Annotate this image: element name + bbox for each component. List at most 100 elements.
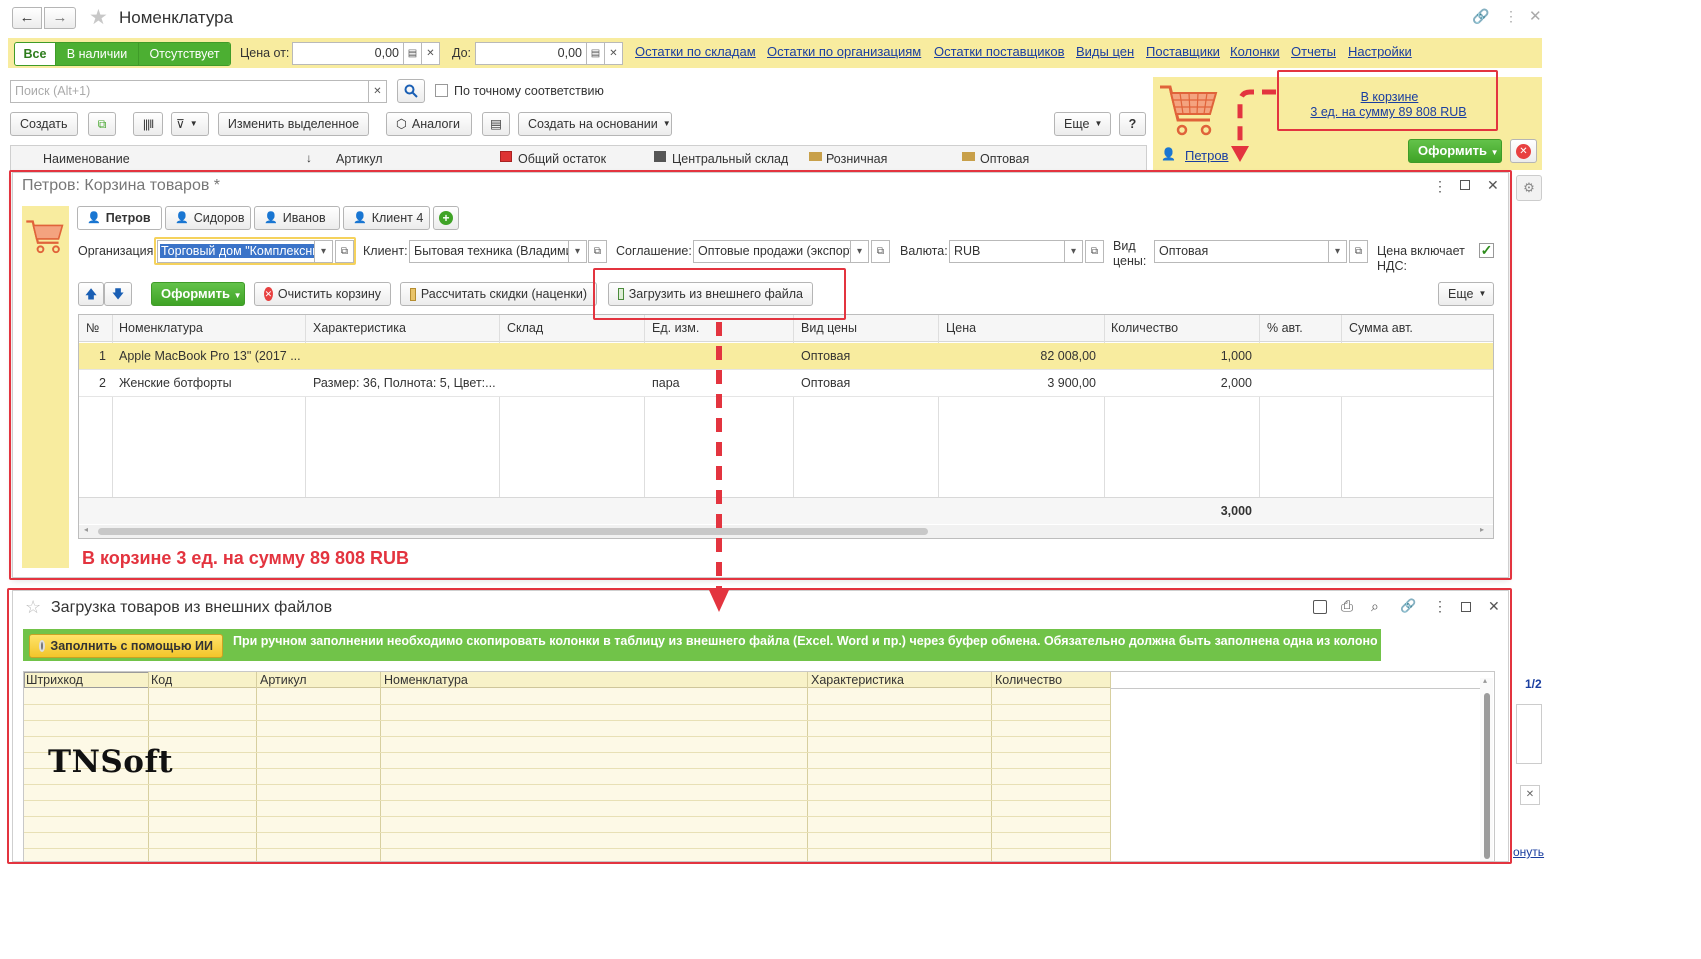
column-article[interactable]: Артикул — [336, 152, 383, 166]
barcode-button[interactable]: |||‖ — [133, 112, 163, 136]
cart-link-line1[interactable]: В корзине — [1283, 90, 1496, 105]
more-button[interactable]: Еще ▼ — [1054, 112, 1111, 136]
open-link-icon[interactable]: ⧉ — [588, 240, 607, 263]
maximize-icon[interactable] — [1461, 602, 1471, 612]
dropdown-icon[interactable]: ▾ — [850, 240, 869, 263]
column-retail[interactable]: Розничная — [826, 152, 887, 166]
add-tab-button[interactable]: + — [433, 206, 459, 230]
close-icon[interactable]: ✕ — [1487, 177, 1499, 194]
import-col-article[interactable]: Артикул — [260, 673, 307, 687]
calculator-icon[interactable]: ▤ — [403, 42, 422, 65]
favorite-star-icon[interactable]: ☆ — [25, 597, 41, 618]
import-col-quantity[interactable]: Количество — [995, 673, 1062, 687]
column-name[interactable]: Наименование — [43, 152, 130, 166]
back-button[interactable]: ← — [12, 7, 42, 29]
tab-sidorov[interactable]: 👤 Сидоров — [165, 206, 251, 230]
form-more-button[interactable]: Еще ▼ — [1438, 282, 1494, 306]
column-wholesale[interactable]: Оптовая — [980, 152, 1029, 166]
price-kind-input[interactable]: Оптовая — [1154, 240, 1329, 263]
dropdown-icon[interactable]: ▾ — [1328, 240, 1347, 263]
currency-input[interactable]: RUB — [949, 240, 1065, 263]
open-link-icon[interactable]: ⧉ — [871, 240, 890, 263]
close-icon[interactable]: ✕ — [1488, 598, 1500, 615]
move-up-button[interactable]: 🡅 — [78, 282, 104, 306]
open-link-icon[interactable]: ⧉ — [335, 240, 354, 263]
price-from-input[interactable]: 0,00 — [292, 42, 404, 65]
org-input[interactable]: Торговый дом "Комплексны — [157, 240, 315, 263]
col-auto-percent[interactable]: % авт. — [1267, 321, 1303, 335]
more-vertical-icon[interactable]: ⋮ — [1433, 598, 1447, 615]
link-price-kinds[interactable]: Виды цен — [1076, 44, 1134, 59]
agreement-input[interactable]: Оптовые продажи (экспорт) — [693, 240, 851, 263]
column-total-stock[interactable]: Общий остаток — [518, 152, 606, 166]
clear-search-icon[interactable]: ✕ — [368, 80, 387, 103]
col-quantity[interactable]: Количество — [1111, 321, 1178, 335]
link-suppliers[interactable]: Поставщики — [1146, 44, 1220, 59]
filter-in-stock[interactable]: В наличии — [55, 43, 138, 65]
col-unit[interactable]: Ед. изм. — [652, 321, 699, 335]
maximize-icon[interactable] — [1460, 180, 1470, 190]
open-link-icon[interactable]: ⧉ — [1349, 240, 1368, 263]
favorite-star-icon[interactable]: ★ — [89, 5, 108, 30]
open-link-icon[interactable]: ⧉ — [1085, 240, 1104, 263]
calculator-icon[interactable]: ▤ — [586, 42, 605, 65]
shopping-cart-icon[interactable] — [1158, 82, 1220, 140]
col-price[interactable]: Цена — [946, 321, 976, 335]
import-col-nomenclature[interactable]: Номенклатура — [384, 673, 468, 687]
col-characteristic[interactable]: Характеристика — [313, 321, 406, 335]
link-columns[interactable]: Колонки — [1230, 44, 1280, 59]
dropdown-icon[interactable]: ▾ — [314, 240, 333, 263]
scroll-right-icon[interactable]: ▸ — [1480, 525, 1484, 534]
side-partial-link[interactable]: онуть — [1513, 845, 1544, 859]
close-icon[interactable]: ✕ — [1529, 7, 1542, 25]
side-settings-button[interactable]: ⚙ — [1516, 175, 1542, 201]
clear-cart-button[interactable]: ✕ Очистить корзину — [254, 282, 391, 306]
cart-user-link[interactable]: Петров — [1185, 148, 1228, 163]
filter-absent[interactable]: Отсутствует — [138, 43, 230, 65]
cart-link-line2[interactable]: 3 ед. на сумму 89 808 RUB — [1281, 105, 1496, 120]
cart-checkout-button[interactable]: Оформить ▼ — [1408, 139, 1502, 163]
list-button[interactable]: ▤ — [482, 112, 510, 136]
client-input[interactable]: Бытовая техника (Владими — [409, 240, 569, 263]
import-col-barcode[interactable]: Штрихкод — [26, 673, 83, 687]
create-based-button[interactable]: Создать на основании ▼ — [518, 112, 672, 136]
scroll-up-icon[interactable]: ▴ — [1483, 676, 1487, 685]
print-icon[interactable]: ⎙ — [1341, 598, 1353, 615]
link-stock-suppliers[interactable]: Остатки поставщиков — [934, 44, 1065, 59]
ai-fill-button[interactable]: Заполнить с помощью ИИ — [29, 634, 223, 658]
link-stock-warehouses[interactable]: Остатки по складам — [635, 44, 756, 59]
search-button[interactable] — [397, 79, 425, 103]
calc-discounts-button[interactable]: Рассчитать скидки (наценки) — [400, 282, 597, 306]
help-button[interactable]: ? — [1119, 112, 1146, 136]
col-store[interactable]: Склад — [507, 321, 543, 335]
exact-match-checkbox[interactable] — [435, 84, 448, 97]
column-central-warehouse[interactable]: Центральный склад — [672, 152, 788, 166]
preview-icon[interactable]: ⌕ — [1371, 598, 1379, 615]
vat-checkbox[interactable]: ✓ — [1479, 243, 1494, 258]
dropdown-icon[interactable]: ▾ — [1064, 240, 1083, 263]
scrollbar-thumb[interactable] — [1484, 693, 1490, 859]
import-col-characteristic[interactable]: Характеристика — [811, 673, 904, 687]
col-price-kind[interactable]: Вид цены — [801, 321, 857, 335]
clear-icon[interactable]: ✕ — [421, 42, 440, 65]
forward-button[interactable]: → — [44, 7, 76, 29]
move-down-button[interactable]: 🡇 — [104, 282, 132, 306]
scroll-left-icon[interactable]: ◂ — [84, 525, 88, 534]
save-icon[interactable] — [1313, 600, 1327, 614]
create-button[interactable]: Создать — [10, 112, 78, 136]
import-col-code[interactable]: Код — [151, 673, 172, 687]
col-nomenclature[interactable]: Номенклатура — [119, 321, 203, 335]
link-icon[interactable]: 🔗 — [1472, 8, 1489, 25]
analogs-button[interactable]: ⬡ Аналоги — [386, 112, 472, 136]
side-clear-icon[interactable]: ✕ — [1520, 785, 1540, 805]
cart-link[interactable]: В корзине 3 ед. на сумму 89 808 RUB — [1281, 90, 1496, 120]
side-pager[interactable]: 1/2 — [1525, 677, 1542, 691]
more-vertical-icon[interactable]: ⋮ — [1433, 178, 1447, 195]
search-input[interactable]: Поиск (Alt+1) — [10, 80, 369, 103]
col-number[interactable]: № — [86, 321, 99, 335]
filter-button[interactable]: ⊽ ▼ — [171, 112, 209, 136]
cart-remove-button[interactable]: ✕ — [1510, 139, 1537, 163]
form-checkout-button[interactable]: Оформить ▼ — [151, 282, 245, 306]
tab-ivanov[interactable]: 👤 Иванов — [254, 206, 340, 230]
more-vertical-icon[interactable]: ⋮ — [1504, 8, 1518, 25]
